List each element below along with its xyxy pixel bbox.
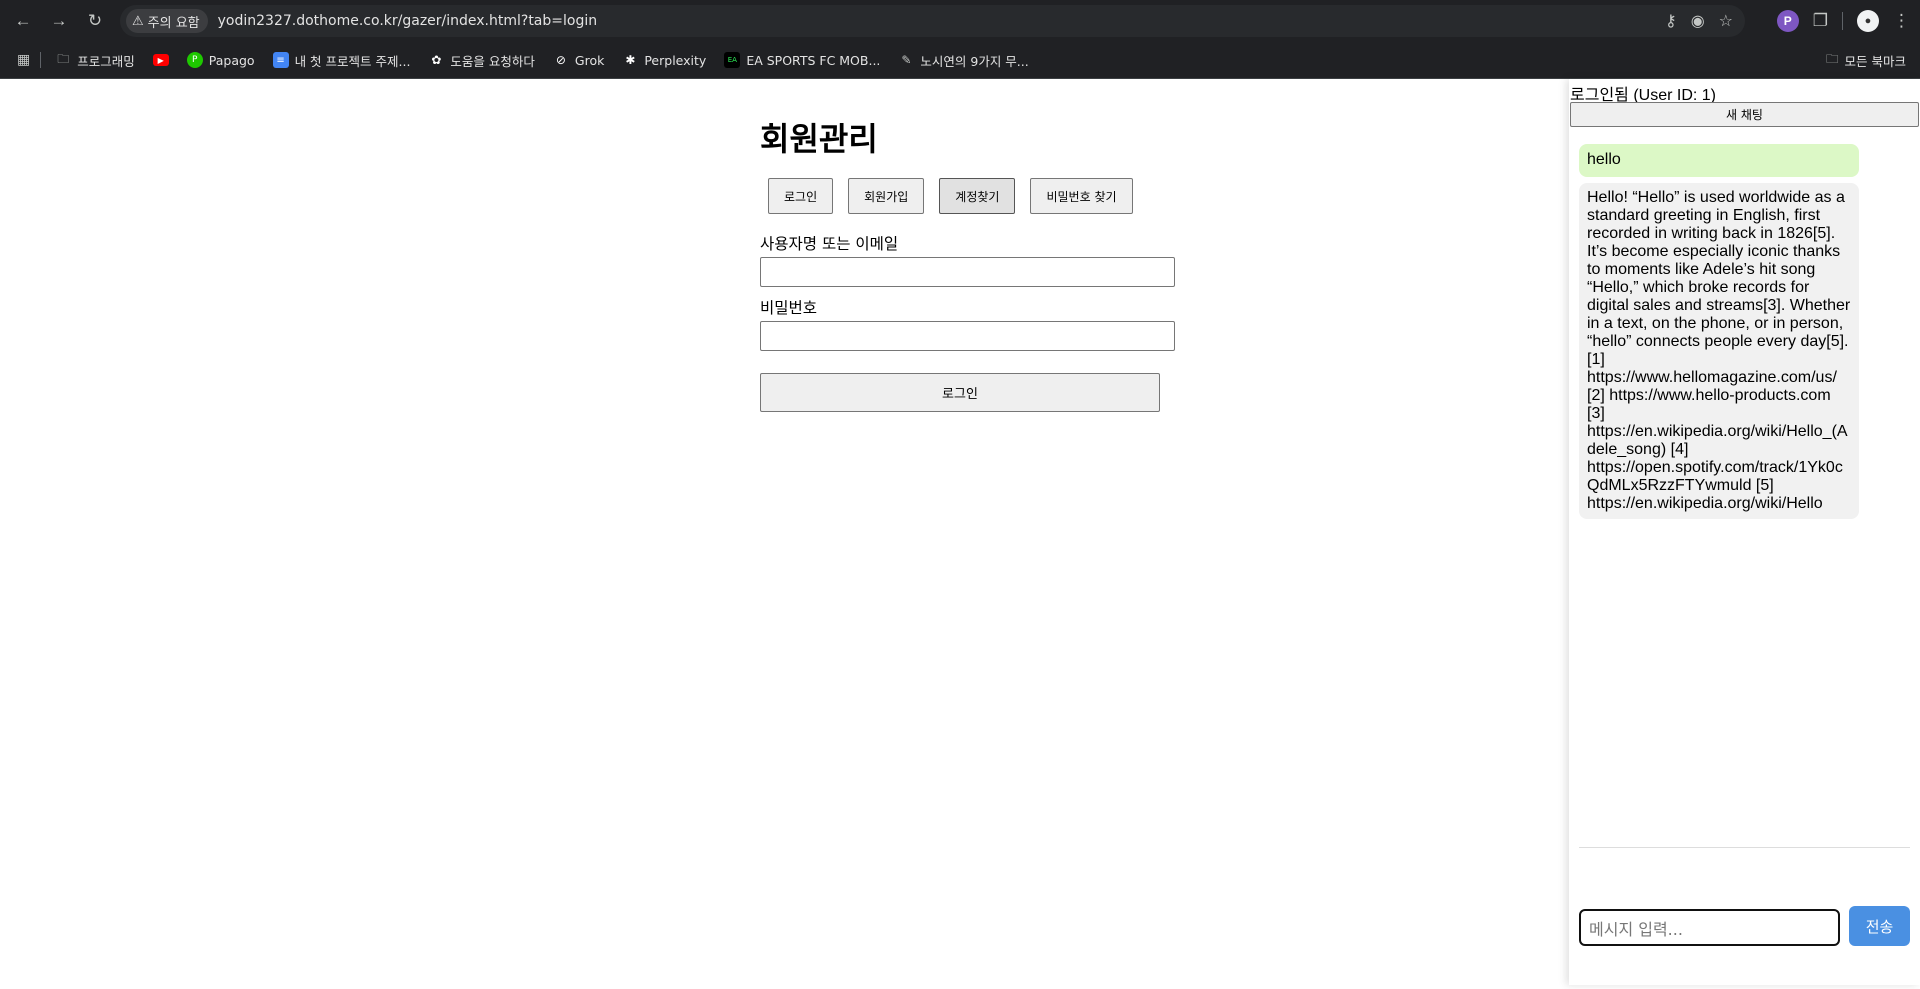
menu-icon[interactable]: ⋮	[1893, 11, 1910, 31]
message-input[interactable]: 메시지 입력...	[1579, 909, 1840, 946]
page-content: 회원관리 로그인 회원가입 계정찾기 비밀번호 찾기 사용자명 또는 이메일 비…	[0, 79, 1920, 989]
username-field[interactable]	[760, 257, 1175, 287]
tab-bar: 로그인 회원가입 계정찾기 비밀번호 찾기	[768, 178, 1133, 214]
bookmark-label: 노시연의 9가지 무...	[920, 53, 1029, 69]
password-label: 비밀번호	[760, 299, 818, 317]
tab-signup[interactable]: 회원가입	[848, 178, 925, 214]
tab-find-account[interactable]: 계정찾기	[939, 178, 1016, 214]
user-message: hello	[1579, 144, 1859, 177]
bookmark-label: Perplexity	[644, 52, 707, 68]
key-icon[interactable]: ⚷	[1665, 11, 1677, 31]
assistant-message: Hello! “Hello” is used worldwide as a st…	[1579, 183, 1859, 519]
extension-icon[interactable]: P	[1776, 10, 1799, 32]
browser-toolbar: ← → ↻ ⚠ 주의 요함 yodin2327.dothome.co.kr/ga…	[0, 0, 1920, 42]
chatgpt-icon: ✿	[431, 53, 442, 67]
send-button[interactable]: 전송	[1849, 906, 1910, 946]
perplexity-icon: ✱	[625, 53, 636, 67]
bookmark-item[interactable]: P Papago	[186, 52, 255, 68]
bookmark-item[interactable]: 🗀 프로그래밍	[55, 51, 135, 70]
bookmark-item[interactable]: ▶	[152, 54, 169, 66]
bookmark-item[interactable]: ✎ 노시연의 9가지 무...	[898, 51, 1028, 70]
papago-icon: P	[186, 52, 203, 68]
bookmark-label: 도움을 요청하다	[450, 53, 535, 69]
warning-icon: ⚠	[132, 13, 144, 29]
folder-icon: 🗀	[57, 51, 70, 66]
new-chat-button[interactable]: 새 채팅	[1570, 102, 1919, 127]
bookmark-label: Papago	[208, 52, 255, 68]
folder-icon: 🗀	[1826, 51, 1839, 66]
chat-panel: 로그인됨 (User ID: 1) 새 채팅 hello Hello! “Hel…	[1569, 79, 1920, 985]
bookmark-label: Grok	[574, 52, 605, 68]
bookmark-label: 내 첫 프로젝트 주제...	[294, 53, 411, 69]
grok-icon: ⊘	[555, 53, 566, 67]
ea-icon: EA	[724, 52, 741, 68]
message-list: hello Hello! “Hello” is used worldwide a…	[1579, 144, 1859, 519]
address-bar[interactable]: ⚠ 주의 요함 yodin2327.dothome.co.kr/gazer/in…	[120, 5, 1745, 37]
bookmark-item[interactable]: EA EA SPORTS FC MOB...	[724, 52, 880, 68]
eye-icon[interactable]: ◉	[1691, 11, 1705, 31]
bookmark-divider	[40, 52, 42, 68]
all-bookmarks[interactable]: 🗀 모든 북마크	[1826, 42, 1906, 79]
tab-login[interactable]: 로그인	[768, 178, 834, 214]
bookmark-item[interactable]: ✱ Perplexity	[622, 52, 706, 68]
bookmark-item[interactable]: ⊘ Grok	[553, 52, 604, 68]
page-title: 회원관리	[760, 120, 878, 158]
url-text[interactable]: yodin2327.dothome.co.kr/gazer/index.html…	[218, 13, 597, 29]
apps-icon[interactable]: ▦	[17, 52, 30, 68]
pen-icon: ✎	[901, 53, 912, 67]
bookmark-label: EA SPORTS FC MOB...	[746, 52, 881, 68]
profile-avatar[interactable]: ●	[1857, 10, 1879, 32]
username-label: 사용자명 또는 이메일	[760, 235, 899, 253]
chat-divider	[1579, 847, 1910, 848]
all-bookmarks-label: 모든 북마크	[1844, 54, 1906, 69]
security-chip-label: 주의 요함	[147, 15, 200, 31]
docs-icon: ≡	[272, 52, 289, 68]
security-chip[interactable]: ⚠ 주의 요함	[126, 9, 208, 33]
tab-find-password[interactable]: 비밀번호 찾기	[1030, 178, 1133, 214]
password-field[interactable]	[760, 321, 1175, 351]
login-button[interactable]: 로그인	[760, 373, 1160, 412]
toolbar-divider	[1842, 12, 1843, 30]
forward-icon[interactable]: →	[44, 6, 74, 36]
bookmark-item[interactable]: ✿ 도움을 요청하다	[428, 51, 535, 70]
bookmark-label: 프로그래밍	[77, 53, 135, 69]
star-icon[interactable]: ☆	[1719, 11, 1733, 31]
reload-icon[interactable]: ↻	[80, 6, 110, 36]
puzzle-icon[interactable]: ❐	[1813, 11, 1828, 31]
youtube-icon: ▶	[152, 54, 169, 66]
back-icon[interactable]: ←	[8, 6, 38, 36]
bookmarks-bar: ▦ 🗀 프로그래밍 ▶ P Papago ≡ 내 첫 프로젝트 주제... ✿ …	[0, 42, 1920, 79]
bookmark-item[interactable]: ≡ 내 첫 프로젝트 주제...	[272, 51, 411, 70]
